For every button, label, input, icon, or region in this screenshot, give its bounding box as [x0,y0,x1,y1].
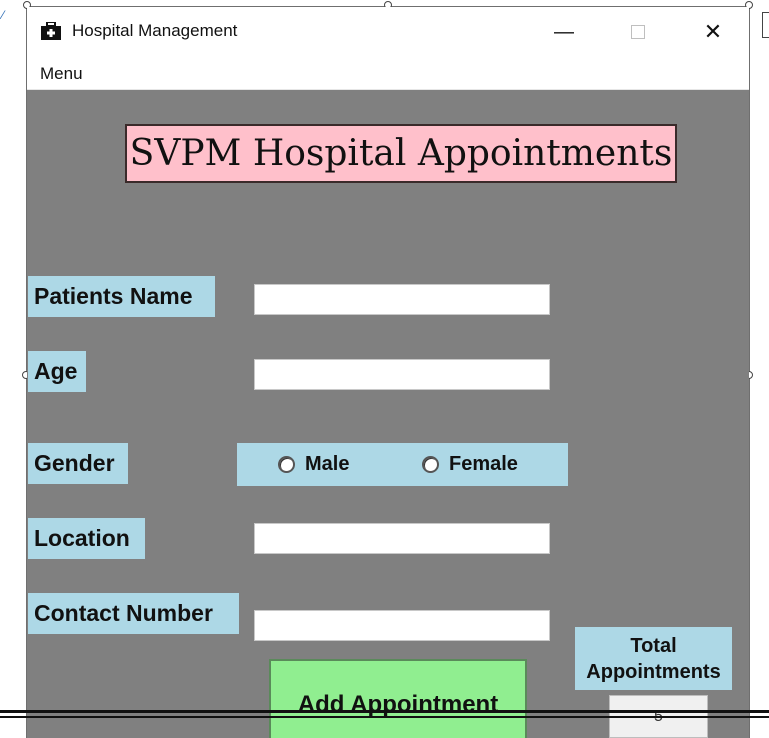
designer-splitter-line [0,716,769,718]
minimize-button[interactable]: — [541,14,587,50]
add-appointment-button[interactable]: Add Appointment [269,659,527,738]
first-aid-kit-icon [41,22,61,40]
gender-female-radio[interactable]: Female [422,453,518,476]
age-label: Age [28,351,86,392]
contact-number-label: Contact Number [28,593,239,634]
designer-splitter-line [0,710,769,713]
maximize-button[interactable] [615,14,661,50]
gender-label: Gender [28,443,128,484]
designer-marker-icon: ⁄ [2,8,5,22]
patients-name-label: Patients Name [28,276,215,317]
total-appointments-label: Total Appointments [575,627,732,690]
radio-circle-icon [278,456,295,473]
radio-circle-icon [422,456,439,473]
location-label: Location [28,518,145,559]
age-input[interactable] [254,359,550,390]
page-title: SVPM Hospital Appointments [125,124,677,183]
gender-male-radio[interactable]: Male [278,453,349,476]
gender-female-label: Female [449,453,518,475]
contact-number-input[interactable] [254,610,550,641]
maximize-icon [631,25,645,39]
adjacent-panel-edge [762,12,769,38]
window-title: Hospital Management [72,21,238,40]
patients-name-input[interactable] [254,284,550,315]
gender-male-label: Male [305,453,350,475]
location-input[interactable] [254,523,550,554]
menu-bar [27,55,749,90]
total-label-line1: Total [630,634,677,657]
close-button[interactable]: ✕ [690,14,736,50]
menu-item-menu[interactable]: Menu [40,64,83,84]
total-label-line2: Appointments [586,660,721,683]
